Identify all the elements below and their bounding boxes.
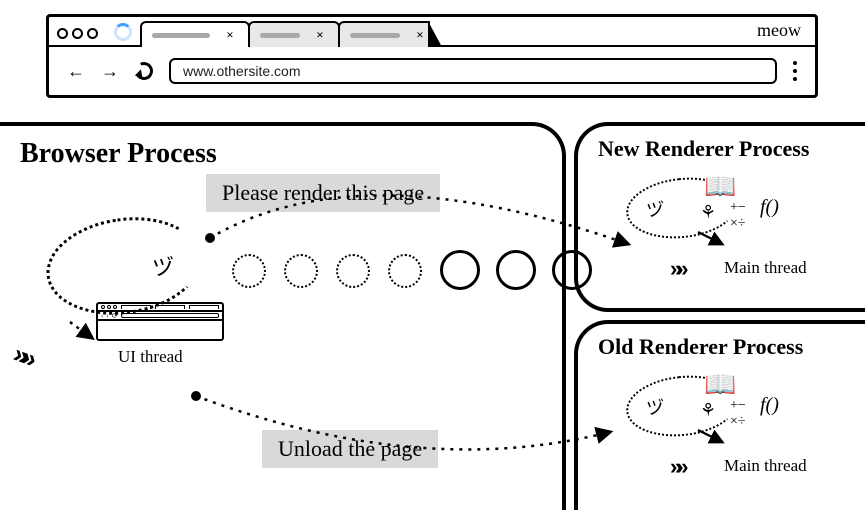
ui-thread-label: UI thread [118, 347, 183, 367]
traffic-light-icon [72, 28, 83, 39]
browser-tab[interactable]: × [338, 21, 430, 47]
old-renderer-title: Old Renderer Process [598, 334, 865, 360]
browser-brand-label: meow [757, 20, 801, 41]
tree-icon: ⚘ [700, 400, 716, 421]
math-icon: +−×÷ [730, 398, 746, 430]
stream-step-icon [496, 250, 536, 290]
main-thread-face-icon: ヅ [646, 196, 664, 222]
fx-label: f() [760, 394, 779, 417]
browser-tab[interactable]: × [248, 21, 340, 47]
tab-title-placeholder-icon [350, 33, 400, 38]
tab-strip: × × × meow [49, 17, 815, 47]
forward-button[interactable]: → [101, 61, 119, 82]
window-traffic-lights [57, 28, 98, 39]
tree-icon: ⚘ [700, 202, 716, 223]
stream-step-icon [552, 250, 592, 290]
url-text: www.othersite.com [183, 63, 300, 79]
main-thread-face-icon: ヅ [646, 394, 664, 420]
old-main-thread-label: Main thread [724, 456, 807, 476]
new-renderer-title: New Renderer Process [598, 136, 865, 162]
browser-toolbar: ← → www.othersite.com [49, 47, 815, 95]
browser-tab[interactable]: × [140, 21, 250, 47]
chevrons-icon: »» [670, 256, 682, 282]
browser-process-title: Browser Process [20, 138, 562, 170]
unload-message-label: Unload the page [262, 430, 438, 468]
browser-window-chrome: × × × meow ← → www.othersite.com [46, 14, 818, 98]
traffic-light-icon [87, 28, 98, 39]
tab-title-placeholder-icon [260, 33, 300, 38]
tab-title-placeholder-icon [152, 33, 210, 38]
chevrons-icon: »» [670, 454, 682, 480]
loading-spinner-icon [114, 23, 132, 41]
tab-close-icon[interactable]: × [312, 27, 328, 43]
address-bar[interactable]: www.othersite.com [169, 58, 777, 84]
new-main-thread-label: Main thread [724, 258, 807, 278]
fx-label: f() [760, 196, 779, 219]
menu-kebab-icon[interactable] [793, 61, 797, 81]
tab-close-icon[interactable]: × [412, 27, 428, 43]
render-message-label: Please render this page [206, 174, 440, 212]
stream-step-icon [440, 250, 480, 290]
stream-step-icon [232, 254, 266, 288]
stream-step-icon [388, 254, 422, 288]
book-icon: 📖 [704, 172, 736, 202]
traffic-light-icon [57, 28, 68, 39]
back-button[interactable]: ← [67, 61, 85, 82]
stream-step-icon [284, 254, 318, 288]
math-icon: +−×÷ [730, 200, 746, 232]
stream-step-icon [336, 254, 370, 288]
tab-close-icon[interactable]: × [222, 27, 238, 43]
book-icon: 📖 [704, 370, 736, 400]
reload-icon[interactable] [132, 59, 155, 82]
